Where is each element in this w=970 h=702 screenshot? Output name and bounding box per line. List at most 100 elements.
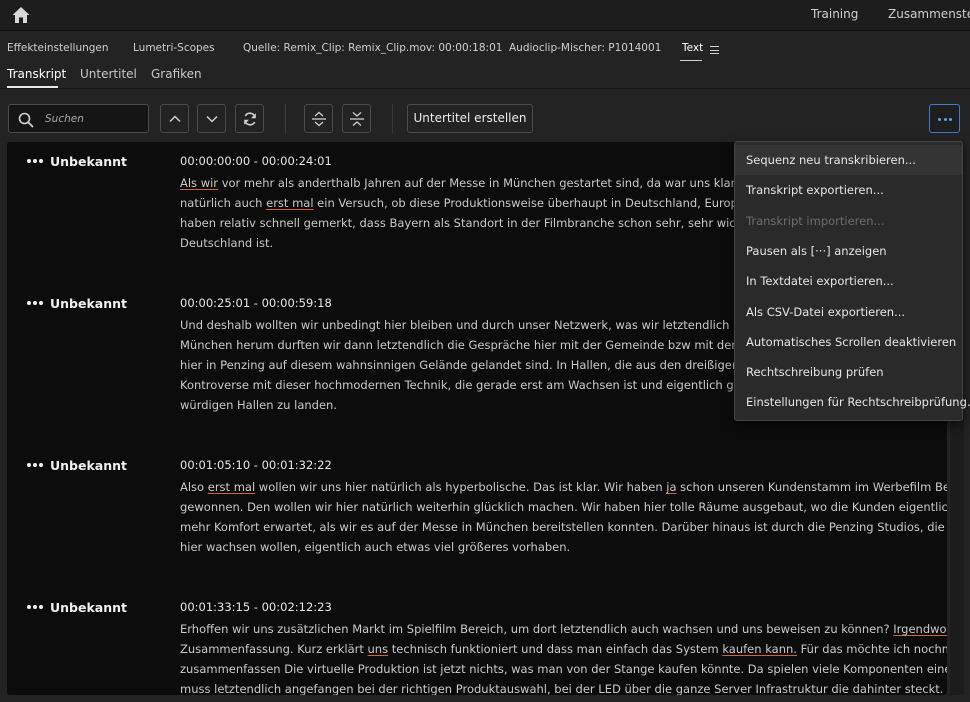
text-line: Also erst mal wollen wir uns hier natürl… (180, 477, 947, 497)
text-run: muss letztendlich angefangen bei der ric… (180, 682, 676, 695)
text-run: hier wachsen wollen, eigentlich auch etw… (180, 540, 571, 554)
text-line: hier wachsen wollen, eigentlich auch etw… (180, 537, 947, 557)
tab-source[interactable]: Quelle: Remix_Clip: Remix_Clip.mov: 00:0… (243, 42, 502, 54)
text-run: wollen wir uns hier natürlich als hyperb… (255, 480, 667, 494)
app-header: Training Zusammenstellur (0, 0, 970, 31)
menu-item[interactable]: Als CSV-Datei exportieren... (735, 297, 962, 327)
active-tab-indicator (680, 60, 702, 61)
text-run: zusammenfassen Die virtuelle Produktion … (180, 662, 947, 676)
text-run: Zusammenfassung. Kurz erklärt (180, 642, 368, 656)
tab-captions[interactable]: Untertitel (80, 67, 137, 81)
text-run: schon unseren Kundenstamm im Werbefilm B… (680, 480, 947, 494)
text-run: Erhoffen wir uns zusätzlichen Markt im S… (180, 622, 894, 636)
options-menu: Sequenz neu transkribieren... Transkript … (734, 141, 970, 421)
menu-item[interactable]: Rechtschreibung prüfen (735, 357, 962, 387)
next-result-button[interactable] (197, 104, 226, 133)
text-run: technisch funktioniert und dass man einf… (388, 642, 723, 656)
more-dots-icon (938, 118, 952, 121)
menu-item[interactable]: In Textdatei exportieren... (735, 266, 962, 296)
home-icon[interactable] (11, 5, 31, 25)
tab-effect-controls[interactable]: Effekteinstellungen (7, 42, 109, 54)
text-line: mehr Komfort erwartet, als wir es auf de… (180, 517, 947, 537)
speaker-name: Unbekannt (50, 154, 127, 169)
text-run: Server Infrastruktur die dahinter steckt… (710, 682, 944, 695)
menu-item[interactable]: Sequenz neu transkribieren... (735, 145, 962, 175)
replace-button[interactable] (235, 104, 264, 133)
chevron-down-icon (206, 115, 218, 123)
spelling-flag[interactable]: erst mal (208, 480, 255, 494)
expand-all-button[interactable] (304, 104, 333, 133)
tab-audio-clip-mixer[interactable]: Audioclip-Mischer: P1014001 (509, 42, 661, 54)
text-run: mehr Komfort erwartet, als wir es auf de… (180, 520, 947, 534)
spelling-flag[interactable]: ja (666, 480, 676, 494)
speaker-name: Unbekannt (50, 600, 127, 615)
text-run: natürlich auch (180, 196, 267, 210)
text-line: zusammenfassen Die virtuelle Produktion … (180, 659, 947, 679)
text-run: Also (180, 480, 208, 494)
segment-timecode: 00:01:05:10 - 00:01:32:22 (180, 458, 332, 472)
speaker-label[interactable]: Unbekannt (27, 458, 127, 473)
text-run: München herum durften wir dann letztendl… (180, 338, 802, 352)
segment-text[interactable]: Erhoffen wir uns zusätzlichen Markt im S… (180, 619, 947, 695)
speaker-menu-icon[interactable] (27, 604, 43, 609)
toolbar-divider (285, 104, 286, 133)
refresh-icon (244, 112, 256, 126)
spelling-flag[interactable]: erst mal (266, 196, 313, 210)
spelling-flag[interactable]: Irgendwo so (893, 622, 947, 636)
speaker-menu-icon[interactable] (27, 300, 43, 305)
speaker-menu-icon[interactable] (27, 158, 43, 163)
previous-result-button[interactable] (160, 104, 189, 133)
toolbar-divider (392, 104, 393, 133)
menu-item[interactable]: Einstellungen für Rechtschreibprüfung... (735, 387, 970, 417)
spelling-flag[interactable]: uns (368, 642, 389, 656)
text-run: Für das möchte ich nochmal (796, 642, 947, 656)
speaker-label[interactable]: Unbekannt (27, 600, 127, 615)
speaker-name: Unbekannt (50, 296, 127, 311)
tab-text[interactable]: Text (682, 42, 703, 54)
panel-tabs: Effekteinstellungen Lumetri-Scopes Quell… (0, 38, 970, 62)
menu-item: Transkript importieren... (746, 213, 885, 228)
panel-menu-icon[interactable] (710, 46, 719, 54)
text-run: würdigen Hallen zu landen. (180, 398, 337, 412)
menu-item[interactable]: Transkript exportieren... (735, 175, 962, 205)
text-run: gewonnen. Den wollen wir hier natürlich … (180, 500, 947, 514)
segment-timecode: 00:00:00:00 - 00:00:24:01 (180, 154, 332, 168)
text-run: haben relativ schnell gemerkt, dass Baye… (180, 216, 817, 230)
tab-graphics[interactable]: Grafiken (151, 67, 202, 81)
text-run: Deutschland ist. (180, 236, 274, 250)
chevron-up-icon (169, 115, 181, 123)
speaker-name: Unbekannt (50, 458, 127, 473)
tab-lumetri-scopes[interactable]: Lumetri-Scopes (133, 42, 215, 54)
tab-transcript[interactable]: Transkript (7, 67, 66, 81)
segment-timecode: 00:00:25:01 - 00:00:59:18 (180, 296, 332, 310)
menu-item[interactable]: Pausen als [···] anzeigen (735, 236, 962, 266)
search-input[interactable] (45, 110, 145, 128)
menu-item[interactable]: Automatisches Scrollen deaktivieren (735, 327, 962, 357)
spelling-flag[interactable]: kaufen kann. (722, 642, 797, 656)
create-captions-button[interactable]: Untertitel erstellen (407, 104, 533, 133)
text-run: Kontroverse mit dieser hochmodernen Tech… (180, 378, 811, 392)
collapse-icon (350, 112, 364, 126)
speaker-label[interactable]: Unbekannt (27, 296, 127, 311)
spelling-flag[interactable]: Als wir (180, 176, 218, 190)
text-run: hier in Penzing auf diesem wahnsinnigen … (180, 358, 810, 372)
text-line: muss letztendlich angefangen bei der ric… (180, 679, 947, 695)
search-box (8, 104, 149, 133)
expand-icon (312, 111, 326, 127)
speaker-label[interactable]: Unbekannt (27, 154, 127, 169)
workspace-assembly[interactable]: Zusammenstellur (888, 7, 970, 21)
workspace-training[interactable]: Training (811, 7, 858, 21)
collapse-all-button[interactable] (342, 104, 371, 133)
text-run: vor mehr als anderthalb Jahren auf der M… (218, 176, 810, 190)
segment-timecode: 00:01:33:15 - 00:02:12:23 (180, 600, 332, 614)
search-icon (18, 112, 34, 128)
divider (0, 88, 970, 89)
more-options-button[interactable] (929, 104, 960, 133)
text-line: Erhoffen wir uns zusätzlichen Markt im S… (180, 619, 947, 639)
segment-text[interactable]: Also erst mal wollen wir uns hier natürl… (180, 477, 947, 557)
spelling-flag[interactable]: ganze (676, 682, 711, 695)
text-line: Zusammenfassung. Kurz erklärt uns techni… (180, 639, 947, 659)
speaker-menu-icon[interactable] (27, 462, 43, 467)
text-run: Und deshalb wollten wir unbedingt hier b… (180, 318, 807, 332)
text-line: gewonnen. Den wollen wir hier natürlich … (180, 497, 947, 517)
